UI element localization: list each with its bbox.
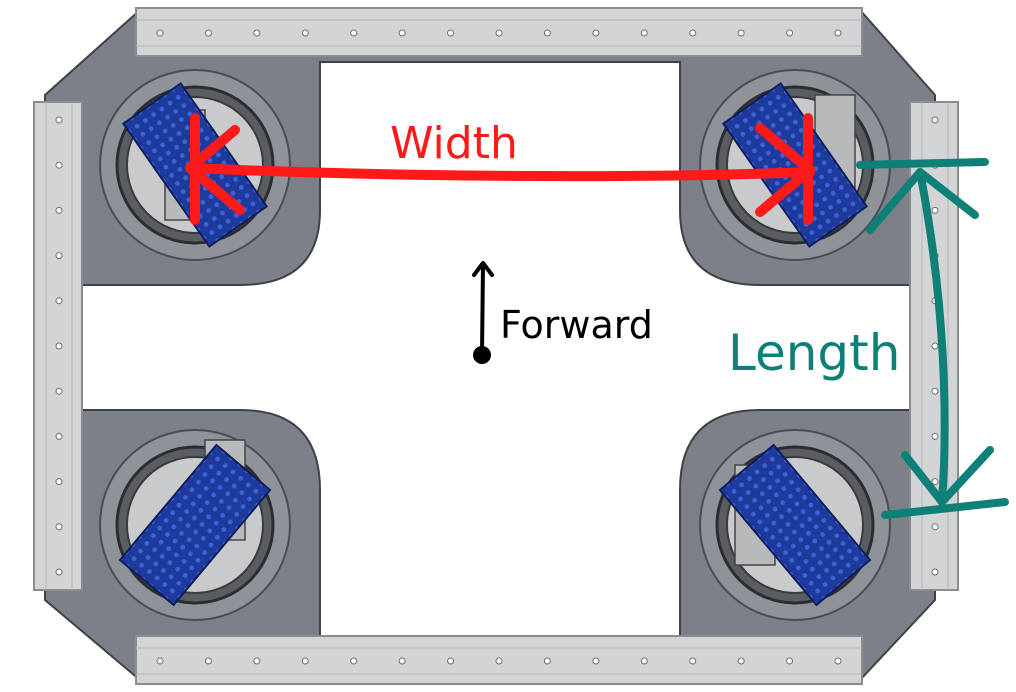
rail-bolt-hole: [931, 523, 939, 531]
forward-label: Forward: [500, 303, 653, 347]
rail-bolt-hole: [204, 29, 212, 37]
rail-bolt-hole: [931, 342, 939, 350]
rail-bolt-hole: [834, 657, 842, 665]
rail-bolt-hole: [543, 29, 551, 37]
rail-bolt-hole: [543, 657, 551, 665]
swerve-drive-diagram: Width Length Forward: [33, 7, 1009, 685]
rail-bolt-hole: [931, 387, 939, 395]
rail-bolt-hole: [834, 29, 842, 37]
rail-bolt-hole: [204, 657, 212, 665]
swerve-module-rear-right: [699, 429, 891, 621]
rail-bolt-hole: [931, 478, 939, 486]
bottom-rail: [135, 635, 863, 685]
rail-bolt-hole: [55, 342, 63, 350]
rail-bolt-hole: [398, 29, 406, 37]
rail-bolt-hole: [253, 657, 261, 665]
rail-bolt-hole: [689, 29, 697, 37]
rail-bolt-hole: [55, 478, 63, 486]
swerve-module-icon: [99, 429, 291, 621]
rail-bolt-hole: [55, 297, 63, 305]
rail-bolt-hole: [737, 29, 745, 37]
rail-bolt-hole: [640, 29, 648, 37]
rail-bolt-hole: [495, 29, 503, 37]
rail-bolt-hole: [55, 252, 63, 260]
top-rail: [135, 7, 863, 57]
rail-bolt-hole: [350, 29, 358, 37]
rail-bolt-hole: [55, 116, 63, 124]
left-rail: [33, 101, 83, 591]
rail-bolt-hole: [931, 116, 939, 124]
rail-bolt-hole: [398, 657, 406, 665]
rail-bolt-hole: [253, 29, 261, 37]
rail-bolt-hole: [931, 568, 939, 576]
length-label: Length: [728, 324, 900, 382]
rail-bolt-hole: [447, 29, 455, 37]
rail-bolt-hole: [786, 29, 794, 37]
swerve-module-icon: [699, 429, 891, 621]
rail-bolt-hole: [931, 206, 939, 214]
rail-bolt-hole: [786, 657, 794, 665]
rail-bolt-hole: [55, 432, 63, 440]
rail-bolt-hole: [301, 29, 309, 37]
rail-bolt-hole: [55, 523, 63, 531]
rail-bolt-hole: [447, 657, 455, 665]
rail-bolt-hole: [931, 432, 939, 440]
rail-bolt-hole: [640, 657, 648, 665]
rail-bolt-hole: [350, 657, 358, 665]
rail-bolt-hole: [301, 657, 309, 665]
rail-bolt-hole: [55, 568, 63, 576]
rail-bolt-hole: [156, 29, 164, 37]
rail-bolt-hole: [55, 161, 63, 169]
rail-bolt-hole: [592, 657, 600, 665]
swerve-module-rear-left: [99, 429, 291, 621]
rail-bolt-hole: [495, 657, 503, 665]
rail-bolt-hole: [156, 657, 164, 665]
rail-bolt-hole: [55, 387, 63, 395]
rail-bolt-hole: [737, 657, 745, 665]
rail-bolt-hole: [55, 206, 63, 214]
width-label: Width: [390, 118, 518, 169]
rail-bolt-hole: [689, 657, 697, 665]
rail-bolt-hole: [592, 29, 600, 37]
